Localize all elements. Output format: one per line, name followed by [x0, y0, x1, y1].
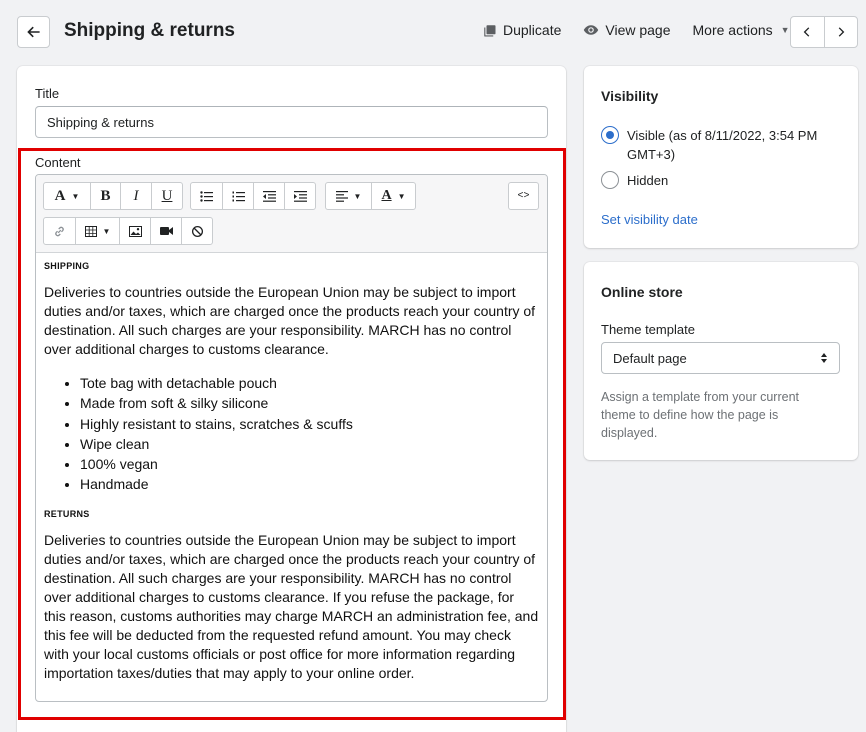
hidden-option[interactable]: Hidden — [601, 171, 668, 190]
more-actions-label: More actions — [692, 22, 773, 38]
online-store-card: Online store Theme template Default page… — [584, 262, 858, 460]
font-icon: A — [54, 187, 66, 204]
underline-label: U — [161, 187, 173, 204]
caret-down-icon: ▼ — [102, 226, 111, 236]
numbered-list-icon — [232, 191, 245, 201]
text-color-dropdown[interactable]: A ▼ — [371, 183, 415, 209]
view-page-label: View page — [605, 22, 671, 38]
back-button[interactable] — [17, 16, 50, 48]
previous-page-button[interactable] — [791, 17, 824, 47]
select-arrows-icon — [821, 353, 827, 363]
list-item: Handmade — [80, 474, 539, 494]
list-item: Made from soft & silky silicone — [80, 393, 539, 413]
theme-template-value: Default page — [613, 350, 687, 366]
video-icon — [159, 227, 173, 235]
indent-icon — [293, 190, 307, 202]
insert-link-button[interactable] — [44, 218, 75, 244]
indent-button[interactable] — [284, 183, 315, 209]
shipping-paragraph: Deliveries to countries outside the Euro… — [44, 284, 536, 357]
clear-formatting-button[interactable] — [181, 218, 212, 244]
list-item: Wipe clean — [80, 434, 539, 454]
duplicate-icon — [484, 24, 496, 36]
italic-label: I — [133, 187, 139, 204]
duplicate-label: Duplicate — [503, 22, 562, 38]
caret-down-icon: ▼ — [71, 191, 80, 201]
insert-group: ▼ — [43, 217, 213, 245]
page-details-card: Title Content A ▼ B I U — [17, 66, 566, 732]
bold-button[interactable]: B — [90, 183, 120, 209]
text-format-group: A ▼ B I U — [43, 182, 183, 210]
caret-down-icon: ▼ — [780, 25, 790, 35]
chevron-left-icon — [803, 27, 810, 37]
text-color-icon: A — [381, 188, 392, 203]
editor-toolbar: A ▼ B I U ▼ A ▼ <> ▼ — [36, 175, 547, 253]
image-icon — [128, 225, 142, 237]
hidden-radio[interactable] — [601, 171, 619, 189]
title-label: Title — [35, 86, 60, 101]
outdent-button[interactable] — [253, 183, 284, 209]
alignment-color-group: ▼ A ▼ — [325, 182, 416, 210]
page-title: Shipping & returns — [64, 20, 235, 41]
align-left-icon — [335, 190, 348, 202]
outdent-icon — [262, 190, 276, 202]
theme-template-select[interactable]: Default page — [601, 342, 840, 374]
next-page-button[interactable] — [823, 17, 858, 47]
list-item: Tote bag with detachable pouch — [80, 373, 539, 393]
visible-radio[interactable] — [601, 126, 619, 144]
html-group: <> — [508, 182, 539, 210]
feature-list: Tote bag with detachable pouch Made from… — [44, 373, 539, 495]
hidden-label: Hidden — [627, 173, 669, 188]
eye-icon — [584, 25, 599, 35]
underline-button[interactable]: U — [151, 183, 182, 209]
visible-option[interactable]: Visible (as of 8/11/2022, 3:54 PM GMT+3) — [601, 126, 831, 164]
title-input[interactable] — [35, 106, 548, 138]
list-group — [190, 182, 316, 210]
caret-down-icon: ▼ — [397, 191, 406, 201]
font-style-dropdown[interactable]: A ▼ — [44, 183, 90, 209]
page-header: Shipping & returns Duplicate View page M… — [0, 0, 866, 66]
more-actions-button[interactable]: More actions ▼ — [693, 22, 790, 38]
code-icon: <> — [517, 190, 530, 202]
online-store-title: Online store — [601, 284, 683, 300]
link-icon — [55, 226, 64, 236]
set-visibility-date-link[interactable]: Set visibility date — [601, 212, 698, 227]
view-page-button[interactable]: View page — [583, 22, 671, 38]
returns-paragraph: Deliveries to countries outside the Euro… — [44, 531, 539, 681]
insert-table-dropdown[interactable]: ▼ — [75, 218, 119, 244]
bullet-list-icon — [200, 190, 213, 202]
arrow-left-icon — [26, 26, 40, 38]
pagination — [790, 16, 858, 48]
insert-video-button[interactable] — [150, 218, 181, 244]
duplicate-button[interactable]: Duplicate — [482, 22, 561, 38]
editor-content[interactable]: SHIPPING Deliveries to countries outside… — [36, 253, 547, 683]
italic-button[interactable]: I — [120, 183, 151, 209]
list-item: 100% vegan — [80, 454, 539, 474]
show-html-button[interactable]: <> — [509, 183, 538, 209]
content-label: Content — [35, 155, 81, 170]
theme-template-help-text: Assign a template from your current them… — [601, 390, 799, 440]
shipping-heading: SHIPPING — [44, 261, 90, 271]
returns-heading: RETURNS — [44, 508, 90, 519]
numbered-list-button[interactable] — [222, 183, 253, 209]
visibility-title: Visibility — [601, 88, 659, 104]
list-item: Highly resistant to stains, scratches & … — [80, 414, 539, 434]
table-icon — [84, 225, 97, 237]
bullet-list-button[interactable] — [191, 183, 222, 209]
insert-image-button[interactable] — [119, 218, 150, 244]
visibility-card: Visibility Visible (as of 8/11/2022, 3:5… — [584, 66, 858, 248]
chevron-right-icon — [838, 27, 845, 37]
theme-template-label: Theme template — [601, 322, 695, 337]
rich-text-editor: A ▼ B I U ▼ A ▼ <> ▼ SHIPPING Deliveries… — [35, 174, 548, 702]
visible-label: Visible (as of 8/11/2022, 3:54 PM GMT+3) — [627, 128, 818, 162]
align-dropdown[interactable]: ▼ — [326, 183, 371, 209]
caret-down-icon: ▼ — [353, 191, 362, 201]
header-actions: Duplicate View page More actions ▼ — [482, 22, 812, 38]
bold-label: B — [100, 187, 111, 204]
clear-formatting-icon — [191, 225, 203, 237]
